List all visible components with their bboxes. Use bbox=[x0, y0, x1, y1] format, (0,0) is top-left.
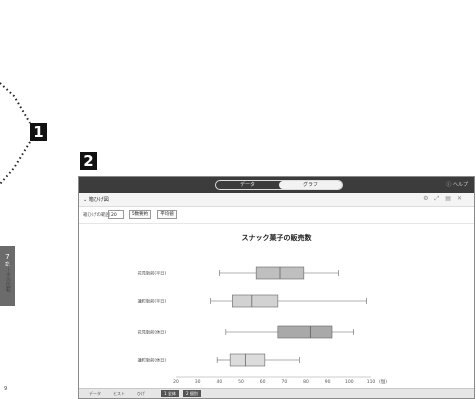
category-label: 蓮町駅前(休日) bbox=[138, 357, 167, 364]
category-label: 花見駅前(平日) bbox=[138, 270, 167, 277]
x-tick-label: 100 bbox=[345, 379, 354, 385]
dotted-line-lower bbox=[0, 141, 31, 185]
x-tick-label: 30 bbox=[195, 379, 201, 385]
bottom-button-all[interactable]: 1 全体 bbox=[161, 390, 179, 397]
x-tick-label: 60 bbox=[260, 379, 266, 385]
bottom-bar: データ ヒスト ひげ 1 全体 2 個別 bbox=[79, 388, 474, 398]
chapter-side-text: データの比較 bbox=[5, 262, 11, 292]
x-tick-label: 80 bbox=[303, 379, 309, 385]
bottom-item-hist[interactable]: ヒスト bbox=[113, 390, 125, 397]
marker-2: 2 bbox=[80, 152, 97, 170]
category-label: 花見駅前(休日) bbox=[138, 329, 167, 336]
box bbox=[277, 325, 333, 339]
marker-1: 1 bbox=[30, 123, 47, 141]
x-tick-label: 50 bbox=[238, 379, 244, 385]
x-tick-label: 20 bbox=[173, 379, 179, 385]
x-tick-label: 90 bbox=[325, 379, 331, 385]
x-tick-label: 110 bbox=[367, 379, 376, 385]
box bbox=[229, 353, 266, 367]
chapter-number: 7 bbox=[5, 253, 10, 261]
boxplot-chart: 20 30 40 50 60 70 80 90 100 110 (個) 花見駅前(平日) 蓮町駅前(平日… bbox=[138, 266, 387, 385]
dotted-line-upper bbox=[0, 82, 31, 124]
category-label: 蓮町駅前(平日) bbox=[138, 298, 167, 305]
app-window: データ グラフ ⓘ ヘルプ ⌄ 箱ひげ図 ⚙⤢▤✕ 箱ひげの範囲 20 5数要約… bbox=[78, 176, 475, 399]
box bbox=[232, 294, 279, 308]
bottom-item-whisker[interactable]: ひげ bbox=[137, 390, 145, 397]
x-tick-label: 70 bbox=[281, 379, 287, 385]
x-axis-label: (個) bbox=[379, 378, 387, 385]
page-number: 9 bbox=[4, 386, 8, 392]
x-tick-label: 40 bbox=[216, 379, 222, 385]
bottom-button-individual[interactable]: 2 個別 bbox=[183, 390, 201, 397]
bottom-item-data[interactable]: データ bbox=[89, 390, 101, 397]
